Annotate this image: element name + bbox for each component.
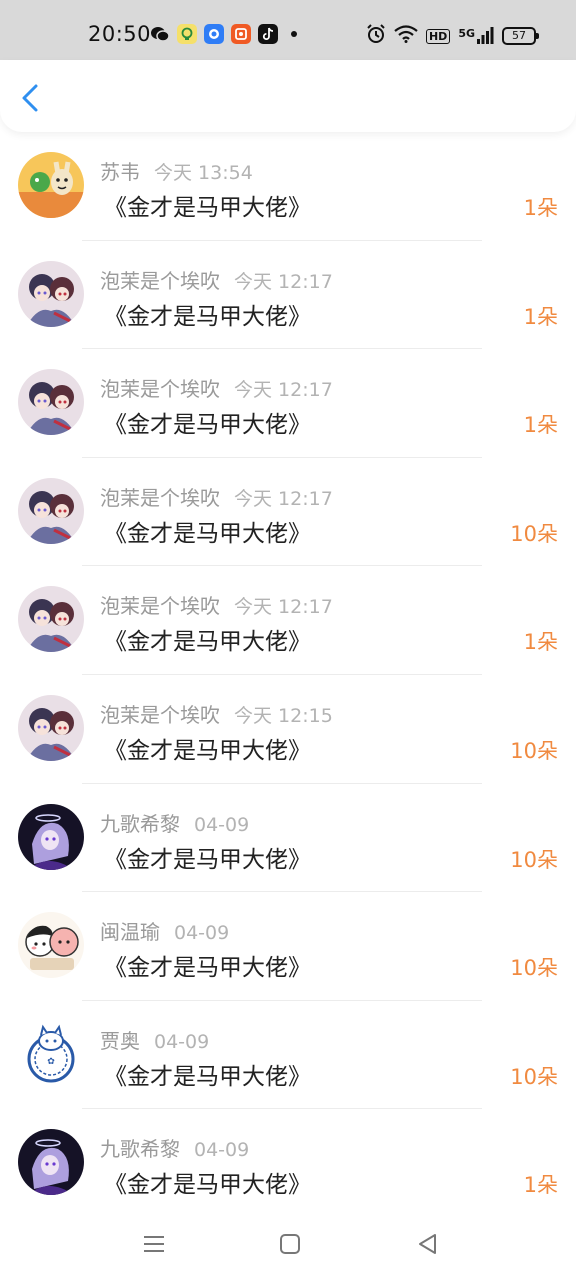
sender-name: 闽温瑜 — [100, 920, 160, 945]
screen: 20:50 HD 5G 57 苏韦 今天 13:54 《金才是马甲大佬》 1朵 … — [0, 0, 576, 1280]
back-nav-button[interactable] — [414, 1230, 442, 1258]
flower-amount: 1朵 — [523, 304, 558, 329]
notification-icons — [150, 24, 297, 44]
sender-name: 贾奥 — [100, 1028, 140, 1053]
sender-name: 苏韦 — [100, 160, 140, 184]
battery-indicator: 57 — [502, 27, 539, 45]
flower-amount: 10朵 — [510, 738, 558, 763]
avatar[interactable] — [18, 586, 84, 653]
top-header — [0, 60, 576, 132]
list-item[interactable]: 九歌希黎 04-09 《金才是马甲大佬》 10朵 — [0, 784, 576, 893]
book-title[interactable]: 《金才是马甲大佬》 — [104, 1057, 311, 1091]
sender-name: 九歌希黎 — [100, 811, 180, 836]
timestamp: 今天 13:54 — [154, 162, 253, 184]
avatar[interactable] — [18, 152, 84, 218]
app-notification-icon — [231, 24, 251, 44]
avatar[interactable] — [18, 477, 84, 544]
signal-icon: 5G — [458, 27, 494, 45]
sender-line: 泡茉是个埃吹 今天 12:15 — [100, 699, 333, 728]
list-item[interactable]: 泡茉是个埃吹 今天 12:17 《金才是马甲大佬》 1朵 — [0, 349, 576, 458]
status-time: 20:50 — [88, 22, 152, 46]
alarm-icon — [366, 24, 386, 48]
tiktok-icon — [258, 24, 278, 44]
sender-line: 泡茉是个埃吹 今天 12:17 — [100, 373, 333, 402]
network-type: 5G — [458, 27, 475, 40]
flower-amount: 1朵 — [523, 630, 558, 655]
list-item[interactable]: ✿ 贾奥 04-09 《金才是马甲大佬》 10朵 — [0, 1001, 576, 1110]
status-icons: HD 5G 57 — [366, 24, 539, 48]
sender-line: 苏韦 今天 13:54 — [100, 156, 253, 185]
wifi-icon — [394, 25, 418, 47]
timestamp: 04-09 — [194, 813, 250, 836]
system-navigation-bar — [0, 1208, 576, 1280]
menu-button[interactable] — [140, 1230, 168, 1258]
more-notifications-dot — [291, 31, 297, 37]
timestamp: 04-09 — [154, 1030, 210, 1053]
app-notification-icon — [177, 24, 197, 44]
list-item[interactable]: 泡茉是个埃吹 今天 12:17 《金才是马甲大佬》 10朵 — [0, 458, 576, 567]
home-square-icon — [280, 1234, 300, 1254]
list-item[interactable]: 泡茉是个埃吹 今天 12:17 《金才是马甲大佬》 1朵 — [0, 241, 576, 350]
sender-line: 九歌希黎 04-09 — [100, 808, 249, 837]
sender-name: 泡茉是个埃吹 — [100, 268, 220, 293]
list-item[interactable]: 苏韦 今天 13:54 《金才是马甲大佬》 1朵 — [0, 132, 576, 241]
avatar[interactable] — [18, 912, 84, 979]
hd-badge: HD — [425, 28, 451, 44]
flower-amount: 1朵 — [523, 413, 558, 438]
flower-amount: 10朵 — [510, 521, 558, 546]
book-title[interactable]: 《金才是马甲大佬》 — [104, 948, 311, 982]
book-title[interactable]: 《金才是马甲大佬》 — [104, 622, 311, 656]
sender-name: 泡茉是个埃吹 — [100, 594, 220, 619]
sender-line: 泡茉是个埃吹 今天 12:17 — [100, 265, 333, 294]
avatar[interactable] — [18, 803, 84, 870]
book-title[interactable]: 《金才是马甲大佬》 — [104, 840, 311, 874]
timestamp: 今天 12:17 — [234, 487, 333, 510]
sender-line: 泡茉是个埃吹 今天 12:17 — [100, 590, 333, 619]
timestamp: 今天 12:17 — [234, 596, 333, 619]
timestamp: 04-09 — [174, 922, 230, 945]
sender-line: 贾奥 04-09 — [100, 1025, 209, 1054]
flower-amount: 10朵 — [510, 1064, 558, 1089]
avatar[interactable] — [18, 260, 84, 327]
flower-amount: 10朵 — [510, 956, 558, 981]
avatar[interactable]: ✿ — [18, 1020, 84, 1087]
sender-name: 九歌希黎 — [100, 1137, 180, 1162]
svg-text:✿: ✿ — [47, 1057, 55, 1067]
sender-line: 九歌希黎 04-09 — [100, 1133, 249, 1162]
book-title[interactable]: 《金才是马甲大佬》 — [104, 731, 311, 765]
book-title[interactable]: 《金才是马甲大佬》 — [104, 188, 311, 222]
flower-amount: 10朵 — [510, 847, 558, 872]
home-button[interactable] — [276, 1230, 304, 1258]
sender-line: 闽温瑜 04-09 — [100, 916, 229, 945]
sender-name: 泡茉是个埃吹 — [100, 485, 220, 510]
timestamp: 今天 12:17 — [234, 379, 333, 402]
sender-line: 泡茉是个埃吹 今天 12:17 — [100, 482, 333, 511]
list-item[interactable]: 泡茉是个埃吹 今天 12:17 《金才是马甲大佬》 1朵 — [0, 566, 576, 675]
timestamp: 今天 12:17 — [234, 270, 333, 293]
flower-amount: 1朵 — [523, 1173, 558, 1198]
status-bar: 20:50 HD 5G 57 — [0, 0, 576, 60]
list-item[interactable]: 泡茉是个埃吹 今天 12:15 《金才是马甲大佬》 10朵 — [0, 675, 576, 784]
book-title[interactable]: 《金才是马甲大佬》 — [104, 297, 311, 331]
gift-record-list: 苏韦 今天 13:54 《金才是马甲大佬》 1朵 泡茉是个埃吹 今天 12:17 《金才是马… — [0, 132, 576, 1218]
wechat-icon — [150, 24, 170, 44]
avatar[interactable] — [18, 369, 84, 436]
book-title[interactable]: 《金才是马甲大佬》 — [104, 1165, 311, 1199]
book-title[interactable]: 《金才是马甲大佬》 — [104, 514, 311, 548]
avatar[interactable] — [18, 1129, 84, 1196]
timestamp: 04-09 — [194, 1139, 250, 1162]
list-item[interactable]: 闽温瑜 04-09 《金才是马甲大佬》 10朵 — [0, 892, 576, 1001]
list-item[interactable]: 九歌希黎 04-09 《金才是马甲大佬》 1朵 — [0, 1109, 576, 1218]
back-button[interactable] — [16, 82, 48, 114]
book-title[interactable]: 《金才是马甲大佬》 — [104, 405, 311, 439]
chevron-left-icon — [22, 84, 38, 112]
menu-icon — [144, 1236, 164, 1252]
sender-name: 泡茉是个埃吹 — [100, 702, 220, 727]
sender-name: 泡茉是个埃吹 — [100, 377, 220, 402]
flower-amount: 1朵 — [523, 196, 558, 220]
timestamp: 今天 12:15 — [234, 704, 333, 727]
app-notification-icon — [204, 24, 224, 44]
triangle-back-icon — [419, 1234, 436, 1254]
avatar[interactable] — [18, 694, 84, 761]
